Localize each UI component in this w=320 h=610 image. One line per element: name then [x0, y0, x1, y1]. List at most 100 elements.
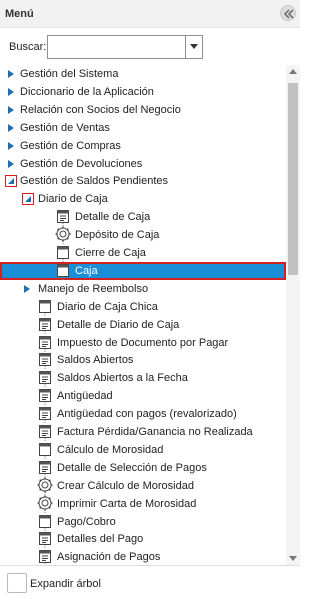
window-icon — [57, 263, 69, 280]
expand-arrow-icon[interactable] — [8, 123, 14, 132]
tree-folder[interactable]: Diario de Caja — [0, 190, 286, 208]
tree-item-label: Cierre de Caja — [75, 247, 146, 259]
tree-item-label: Crear Cálculo de Morosidad — [57, 479, 194, 492]
tree-item-label: Gestión de Saldos Pendientes — [20, 175, 168, 188]
tree-item-label: Gestión de Devoluciones — [20, 157, 143, 170]
collapse-panel-button[interactable] — [280, 5, 296, 21]
chevron-down-icon — [190, 44, 198, 49]
tree-item-label: Antigüedad — [57, 390, 113, 403]
tree-leaf[interactable]: Imprimir Carta de Morosidad — [0, 495, 286, 513]
window-icon — [39, 514, 51, 531]
double-chevron-left-icon — [283, 9, 294, 19]
expand-arrow-icon[interactable] — [8, 159, 14, 168]
tree-leaf[interactable]: Caja — [0, 261, 286, 280]
expand-arrow-icon[interactable] — [8, 141, 14, 150]
tree-folder[interactable]: Gestión de Ventas — [0, 119, 286, 137]
expand-arrow-icon[interactable] — [24, 284, 30, 293]
tree-leaf[interactable]: Detalles del Pago — [0, 530, 286, 549]
menu-panel: Menú Buscar: Gestión del Sistema Dicciona… — [0, 0, 300, 610]
tree-item-label: Manejo de Reembolso — [38, 282, 149, 295]
tree-item-label: Depósito de Caja — [75, 229, 160, 242]
search-combobox[interactable] — [47, 35, 203, 59]
tree-item-label: Gestión de Compras — [20, 139, 121, 152]
report-icon — [39, 353, 51, 370]
tree-leaf[interactable]: Detalle de Diario de Caja — [0, 316, 286, 334]
report-icon — [39, 425, 51, 441]
search-label: Buscar: — [9, 41, 47, 53]
tree-item-label: Saldos Abiertos a la Fecha — [57, 372, 188, 385]
tree-folder[interactable]: Gestión de Devoluciones — [0, 155, 286, 173]
tree-item-label: Asignación de Pagos — [57, 551, 161, 564]
process-gear-icon — [37, 477, 53, 495]
tree-folder[interactable]: Gestión de Saldos Pendientes — [0, 172, 286, 190]
tree-item-label: Imprimir Carta de Morosidad — [57, 497, 197, 510]
tree-item-label: Relación con Socios del Negocio — [20, 103, 181, 116]
tree-item-label: Detalle de Diario de Caja — [57, 318, 180, 331]
process-gear-icon — [55, 226, 71, 245]
tree-leaf[interactable]: Detalle de Caja — [0, 208, 286, 227]
tree-leaf[interactable]: Saldos Abiertos a la Fecha — [0, 369, 286, 388]
expand-arrow-icon[interactable] — [8, 87, 14, 96]
tree-item-label: Gestión del Sistema — [20, 68, 119, 80]
tree-leaf[interactable]: Antigüedad — [0, 387, 286, 406]
report-icon — [39, 317, 51, 334]
report-icon — [39, 389, 51, 406]
tree-item-label: Detalles del Pago — [57, 533, 144, 546]
tree-leaf[interactable]: Factura Pérdida/Ganancia no Realizada — [0, 423, 286, 441]
tree-leaf[interactable]: Depósito de Caja — [0, 226, 286, 245]
tree-folder[interactable]: Manejo de Reembolso — [0, 280, 286, 298]
expand-arrow-icon[interactable] — [8, 105, 14, 114]
tree-item-label: Detalle de Selección de Pagos — [57, 461, 207, 474]
report-icon — [39, 407, 51, 424]
footer: Expandir árbol — [0, 565, 300, 610]
tree-leaf[interactable]: Diario de Caja Chica — [0, 298, 286, 316]
tree-folder[interactable]: Relación con Socios del Negocio — [0, 101, 286, 119]
menu-header: Menú — [0, 0, 300, 28]
tree-item-label: Impuesto de Documento por Pagar — [57, 336, 229, 349]
process-gear-icon — [37, 495, 53, 513]
menu-title: Menú — [5, 8, 34, 20]
report-icon — [39, 371, 51, 388]
window-icon — [57, 246, 69, 262]
window-icon — [39, 299, 51, 316]
collapse-arrow-icon[interactable] — [5, 175, 17, 188]
collapse-arrow-icon[interactable] — [22, 193, 34, 206]
tree-item-label: Factura Pérdida/Ganancia no Realizada — [57, 426, 253, 438]
tree-item-label: Diario de Caja Chica — [57, 300, 158, 313]
tree-leaf[interactable]: Crear Cálculo de Morosidad — [0, 477, 286, 495]
tree-item-label: Caja — [75, 264, 98, 277]
scroll-up-icon[interactable] — [289, 69, 297, 74]
tree-leaf[interactable]: Cierre de Caja — [0, 244, 286, 262]
tree-scrollbar[interactable] — [286, 65, 300, 565]
window-icon — [39, 442, 51, 459]
tree-leaf[interactable]: Detalle de Selección de Pagos — [0, 459, 286, 477]
tree-item-label: Cálculo de Morosidad — [57, 443, 164, 456]
menu-tree: Gestión del Sistema Diccionario de la Apl… — [0, 65, 300, 565]
report-icon — [57, 210, 69, 227]
tree-leaf[interactable]: Asignación de Pagos — [0, 548, 286, 565]
report-icon — [39, 550, 51, 565]
tree-item-label: Antigüedad con pagos (revalorizado) — [57, 408, 237, 421]
scrollbar-thumb[interactable] — [288, 83, 298, 275]
report-icon — [39, 460, 51, 477]
tree-leaf[interactable]: Cálculo de Morosidad — [0, 441, 286, 459]
tree-folder[interactable]: Gestión del Sistema — [0, 65, 286, 83]
report-icon — [39, 532, 51, 549]
tree-item-label: Diario de Caja — [38, 193, 108, 206]
tree-leaf[interactable]: Pago/Cobro — [0, 513, 286, 531]
tree-item-label: Diccionario de la Aplicación — [20, 85, 154, 98]
search-input[interactable] — [50, 38, 183, 56]
tree-leaf[interactable]: Antigüedad con pagos (revalorizado) — [0, 405, 286, 424]
expand-tree-checkbox[interactable] — [7, 573, 27, 593]
scroll-down-icon[interactable] — [289, 556, 297, 561]
tree-item-label: Gestión de Ventas — [20, 121, 110, 134]
tree-folder[interactable]: Diccionario de la Aplicación — [0, 83, 286, 101]
search-row: Buscar: — [0, 35, 300, 59]
tree-folder[interactable]: Gestión de Compras — [0, 137, 286, 155]
tree-leaf[interactable]: Saldos Abiertos — [0, 351, 286, 370]
expand-arrow-icon[interactable] — [8, 70, 14, 78]
tree-leaf[interactable]: Impuesto de Documento por Pagar — [0, 334, 286, 352]
search-dropdown-button[interactable] — [185, 36, 202, 58]
report-icon — [39, 335, 51, 352]
tree-item-label: Saldos Abiertos — [57, 354, 134, 367]
